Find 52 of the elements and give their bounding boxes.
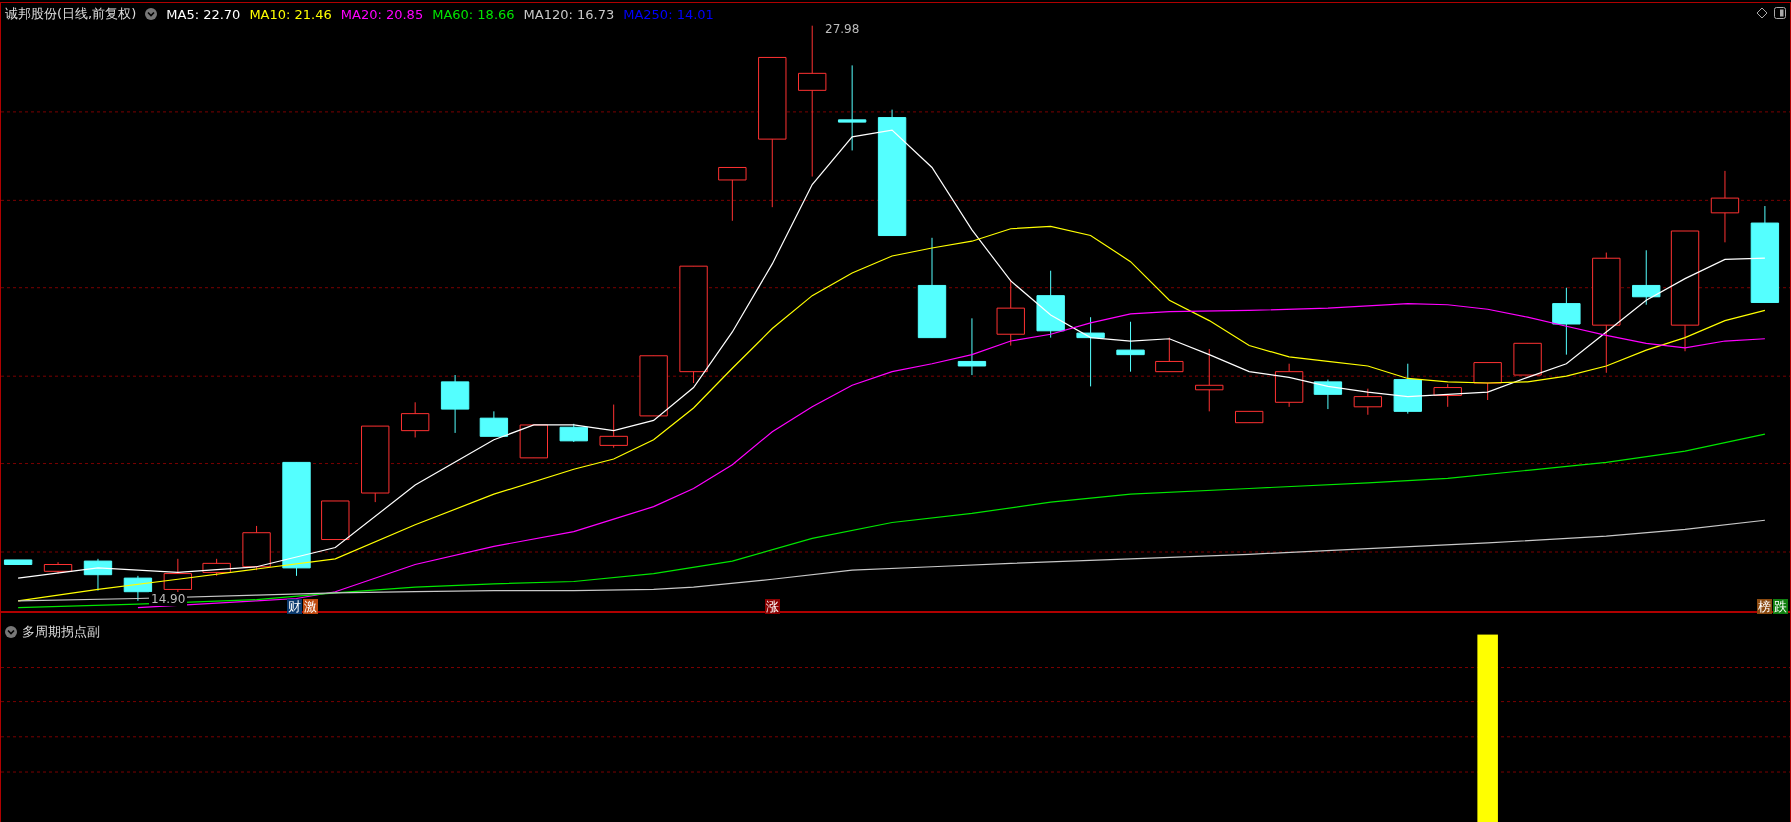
panel-toggle-icon[interactable] <box>1774 7 1786 19</box>
candlestick <box>1473 362 1502 401</box>
signal-marker: 榜 <box>1757 599 1772 614</box>
candlestick <box>1274 363 1304 408</box>
moving-average-legend: MA120: 16.73 <box>523 6 615 22</box>
candlestick <box>83 558 113 592</box>
signal-marker: 跌 <box>1773 599 1788 614</box>
candlestick <box>599 404 628 449</box>
diamond-icon[interactable] <box>1756 7 1768 19</box>
candlestick <box>1552 287 1581 356</box>
candlestick <box>43 561 73 575</box>
candlestick <box>3 559 33 565</box>
candlestick <box>559 423 588 443</box>
candlestick <box>1632 249 1661 306</box>
candlestick <box>957 317 987 376</box>
candlestick <box>202 558 231 577</box>
indicator-title: 多周期拐点副 <box>22 623 100 641</box>
dropdown-icon[interactable] <box>145 8 158 20</box>
signal-marker: 涨 <box>765 599 780 614</box>
signal-marker: 激 <box>303 599 318 614</box>
dropdown-icon[interactable] <box>5 626 17 638</box>
high-price-label: 27.98 <box>825 22 860 36</box>
candlestick <box>718 167 747 222</box>
low-price-label: 14.90 <box>149 592 188 606</box>
chart-title: 诚邦股份(日线,前复权) <box>5 5 137 23</box>
candlestick <box>1116 321 1145 373</box>
candlestick <box>1433 383 1462 408</box>
candlestick <box>1036 270 1065 339</box>
candlestick <box>479 410 509 437</box>
candlestick <box>242 525 271 571</box>
moving-average-legend: MA10: 21.46 <box>249 6 332 22</box>
moving-average-legend: MA250: 14.01 <box>623 6 714 22</box>
candlestick <box>123 575 153 602</box>
candlestick <box>440 374 470 434</box>
candlestick <box>519 424 548 459</box>
moving-average-legend: MA20: 20.85 <box>340 6 424 22</box>
candlestick <box>1195 348 1224 412</box>
candlestick <box>163 558 193 594</box>
candlestick <box>1393 363 1422 415</box>
candlestick <box>1155 337 1184 373</box>
moving-average-legend: MA60: 18.66 <box>432 6 515 22</box>
moving-average-legend: MA5: 22.70 <box>166 6 241 22</box>
signal-marker: 财 <box>287 599 302 614</box>
candlestick <box>996 279 1025 347</box>
candlestick <box>1513 342 1542 376</box>
candlestick <box>400 401 430 438</box>
candlestick <box>639 355 668 417</box>
candlestick <box>1235 410 1264 424</box>
candlestick <box>1313 379 1343 410</box>
candlestick <box>1076 316 1105 387</box>
candlestick <box>1353 388 1383 416</box>
candlestick <box>321 500 350 541</box>
